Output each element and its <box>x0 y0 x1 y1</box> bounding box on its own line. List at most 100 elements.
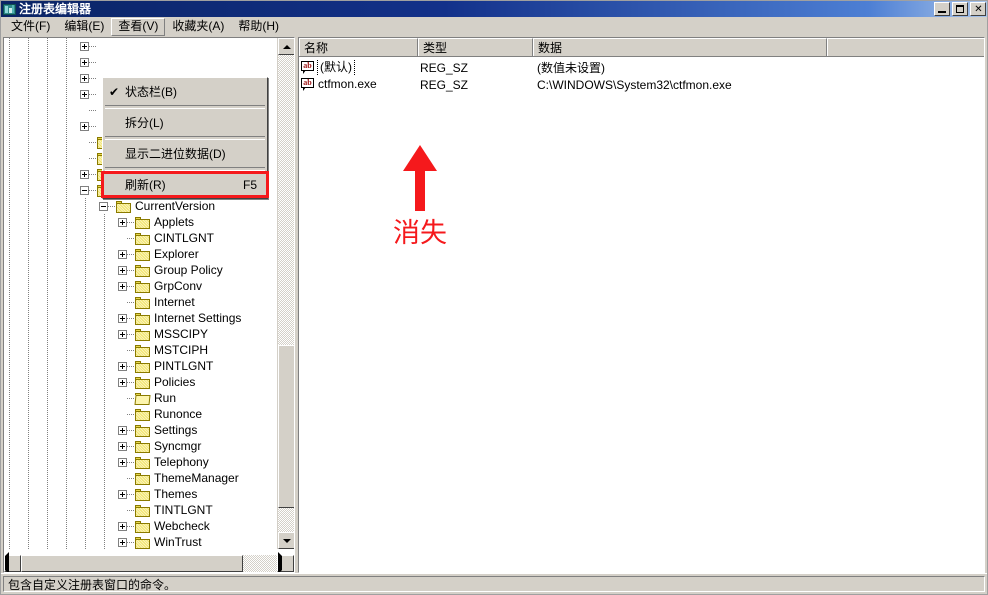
expand-node-icon[interactable] <box>118 537 127 547</box>
tree-node-label: CurrentVersion <box>135 199 216 213</box>
tree-guide-line <box>28 278 29 294</box>
expand-node-icon[interactable] <box>80 57 89 67</box>
tree-node[interactable]: Applets <box>4 214 198 230</box>
column-header-name[interactable]: 名称 <box>299 38 418 56</box>
tree-node[interactable]: MSSCIPY <box>4 326 212 342</box>
tree-guide-line <box>28 390 29 406</box>
menu-item-display-binary-data[interactable]: 显示二进位数据(D) <box>103 142 267 165</box>
tree-node-hidden[interactable] <box>4 102 97 118</box>
tree-horizontal-scrollbar[interactable] <box>4 552 294 572</box>
tree-node[interactable]: Policies <box>4 374 199 390</box>
tree-guide-line <box>9 278 10 294</box>
expand-node-icon[interactable] <box>118 361 127 371</box>
tree-node[interactable]: Telephony <box>4 454 213 470</box>
tree-node[interactable]: Group Policy <box>4 262 227 278</box>
menu-separator <box>105 167 265 171</box>
table-row[interactable]: ab (默认) REG_SZ (数值未设置) <box>299 59 984 76</box>
menu-edit[interactable]: 编辑(E) <box>57 18 111 36</box>
tree-node[interactable]: CurrentVersion <box>4 198 219 214</box>
expand-node-icon[interactable] <box>118 249 127 259</box>
tree-node-hidden[interactable] <box>4 38 97 54</box>
tree-guide-line <box>104 214 105 230</box>
expand-node-icon[interactable] <box>118 281 127 291</box>
expand-node-icon[interactable] <box>80 169 89 179</box>
tree-node[interactable]: Internet Settings <box>4 310 245 326</box>
collapse-node-icon[interactable] <box>80 185 89 195</box>
menu-view[interactable]: 查看(V) <box>111 17 166 36</box>
tree-node[interactable]: GrpConv <box>4 278 206 294</box>
expand-node-icon[interactable] <box>118 441 127 451</box>
tree-node[interactable]: Webcheck <box>4 518 214 534</box>
menu-item-status-bar[interactable]: ✔ 状态栏(B) <box>103 80 267 103</box>
tree-guide-line <box>85 278 86 294</box>
chevron-right-icon <box>278 552 282 572</box>
close-button[interactable]: ✕ <box>970 2 986 16</box>
tree-connector-line <box>127 381 135 383</box>
tree-node[interactable]: Explorer <box>4 246 203 262</box>
folder-icon <box>135 344 151 357</box>
tree-guide-line <box>28 310 29 326</box>
tree-connector-line <box>127 429 135 431</box>
tree-connector-line <box>89 93 97 95</box>
collapse-node-icon[interactable] <box>99 201 108 211</box>
tree-guide-line <box>66 390 67 406</box>
tree-node[interactable]: Themes <box>4 486 201 502</box>
tree-guide-line <box>28 198 29 214</box>
tree-node[interactable]: PINTLGNT <box>4 358 217 374</box>
expand-node-icon[interactable] <box>118 377 127 387</box>
tree-node[interactable]: Settings <box>4 422 201 438</box>
tree-vertical-scrollbar[interactable] <box>277 38 294 549</box>
expand-node-icon[interactable] <box>118 521 127 531</box>
menu-favorites[interactable]: 收藏夹(A) <box>165 18 231 36</box>
column-header-data[interactable]: 数据 <box>533 38 827 56</box>
expand-node-icon[interactable] <box>80 89 89 99</box>
tree-guide-line <box>104 294 105 310</box>
expand-node-icon[interactable] <box>80 73 89 83</box>
tree-connector-line <box>127 461 135 463</box>
tree-hscroll-thumb[interactable] <box>21 555 243 572</box>
menu-bar: 文件(F) 编辑(E) 查看(V) 收藏夹(A) 帮助(H) <box>1 17 987 37</box>
expand-node-icon[interactable] <box>118 329 127 339</box>
tree-scroll-down-button[interactable] <box>278 532 294 549</box>
tree-vscroll-thumb[interactable] <box>278 345 294 508</box>
tree-guide-line <box>104 310 105 326</box>
expand-node-icon[interactable] <box>118 489 127 499</box>
tree-guide-line <box>66 310 67 326</box>
tree-node[interactable]: CINTLGNT <box>4 230 218 246</box>
tree-scroll-right-button[interactable] <box>277 552 294 572</box>
expand-node-icon[interactable] <box>80 121 89 131</box>
expand-node-icon[interactable] <box>118 313 127 323</box>
expand-node-icon[interactable] <box>118 457 127 467</box>
tree-node[interactable]: Syncmgr <box>4 438 205 454</box>
expand-node-icon[interactable] <box>118 265 127 275</box>
tree-node[interactable]: TINTLGNT <box>4 502 217 518</box>
tree-node[interactable]: MSTCIPH <box>4 342 212 358</box>
tree-guide-line <box>85 406 86 422</box>
menu-help[interactable]: 帮助(H) <box>231 18 286 36</box>
expand-node-icon[interactable] <box>80 41 89 51</box>
expand-node-icon[interactable] <box>118 425 127 435</box>
tree-node-hidden[interactable] <box>4 54 97 70</box>
string-value-icon: ab <box>301 78 315 91</box>
menu-file[interactable]: 文件(F) <box>4 18 57 36</box>
menu-item-split[interactable]: 拆分(L) <box>103 111 267 134</box>
tree-node[interactable]: ThemeManager <box>4 470 243 486</box>
minimize-button[interactable] <box>934 2 950 16</box>
menu-item-refresh[interactable]: 刷新(R) F5 <box>101 171 269 198</box>
tree-indent <box>4 326 118 342</box>
expand-node-icon[interactable] <box>118 217 127 227</box>
tree-node-hidden[interactable] <box>4 70 97 86</box>
tree-node-hidden[interactable] <box>4 86 97 102</box>
maximize-button[interactable] <box>952 2 968 16</box>
tree-node[interactable]: Internet <box>4 294 199 310</box>
value-type-cell: REG_SZ <box>418 61 535 75</box>
tree-node[interactable]: Run <box>4 390 180 406</box>
tree-node-hidden[interactable] <box>4 118 97 134</box>
tree-scroll-up-button[interactable] <box>278 38 294 55</box>
tree-node[interactable]: WinTrust <box>4 534 206 549</box>
tree-scroll-left-button[interactable] <box>4 552 21 572</box>
tree-guide-line <box>66 182 67 198</box>
tree-node[interactable]: Runonce <box>4 406 206 422</box>
column-header-type[interactable]: 类型 <box>418 38 533 56</box>
table-row[interactable]: ab ctfmon.exe REG_SZ C:\WINDOWS\System32\ct… <box>299 76 984 93</box>
